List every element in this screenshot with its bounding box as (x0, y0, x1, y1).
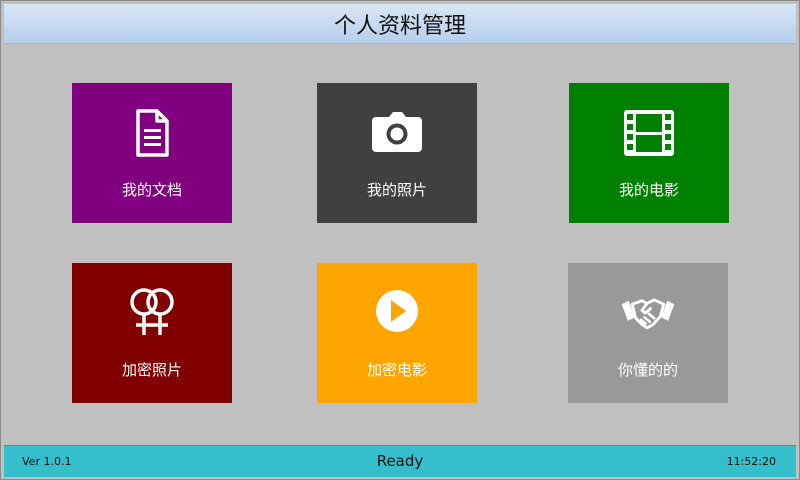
tile-label: 加密照片 (121, 361, 182, 379)
tile-encrypted-photos[interactable]: 加密照片 (72, 263, 232, 403)
play-icon (376, 290, 418, 332)
tile-label: 我的照片 (366, 181, 427, 199)
camera-icon (372, 112, 422, 152)
linked-rings-icon (130, 288, 174, 335)
tile-label: 加密电影 (366, 361, 427, 379)
title-bar: 个人资料管理 (4, 4, 796, 44)
tile-my-movies[interactable]: 我的电影 (569, 83, 729, 223)
tile-my-photos[interactable]: 我的照片 (317, 83, 477, 223)
tile-label: 你懂的的 (617, 361, 678, 379)
tile-label: 我的文档 (121, 181, 182, 199)
tile-my-documents[interactable]: 我的文档 (72, 83, 232, 223)
film-icon (624, 110, 674, 156)
window-title: 个人资料管理 (333, 13, 466, 39)
clock-label: 11:52:20 (726, 455, 776, 468)
tile-label: 我的电影 (618, 181, 679, 199)
app-window: 个人资料管理 我的文档 我的照片 我的电影 加密照片 加密电影 你懂的的 Ver… (0, 0, 800, 480)
status-bar: Ver 1.0.1 Ready 11:52:20 (4, 445, 796, 477)
tile-encrypted-movies[interactable]: 加密电影 (317, 263, 477, 403)
status-text: Ready (376, 452, 424, 470)
document-icon (136, 109, 169, 157)
handshake-icon (621, 298, 675, 330)
tile-private[interactable]: 你懂的的 (568, 263, 728, 403)
